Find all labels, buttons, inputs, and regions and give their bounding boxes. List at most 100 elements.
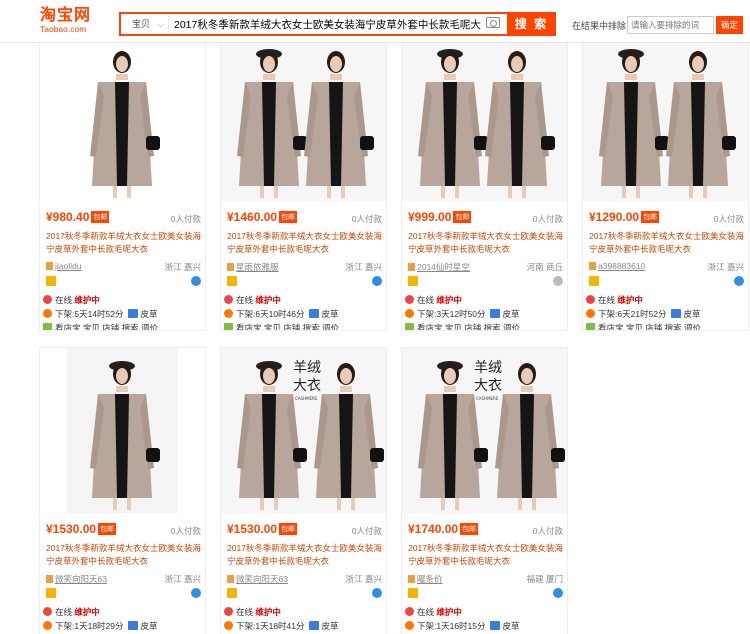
taobao-logo[interactable]: 淘宝网 Taobao.com: [40, 8, 100, 38]
exclude-input[interactable]: [627, 16, 714, 34]
wangwang-icon[interactable]: [372, 588, 382, 598]
category-leather[interactable]: 皮草: [141, 309, 158, 319]
img-line2: 大衣: [474, 378, 502, 394]
kdb-links[interactable]: 看店宝 宝贝 店铺 搜索 调价: [55, 323, 158, 330]
product-title[interactable]: 2017秋冬季新款羊绒大衣女士欧美女装海宁皮草外套中长款毛呢大衣: [227, 542, 382, 568]
location: 浙江 嘉兴: [345, 262, 382, 272]
online-label: 在线: [417, 295, 435, 305]
img-sub: CASHMERE: [476, 396, 499, 401]
deal-count: 0人付款: [351, 526, 382, 536]
search-category-select[interactable]: 宝贝 ⌵: [123, 16, 169, 33]
header-bar: 淘宝网 Taobao.com 宝贝 ⌵ 搜 索 在结果中排除 确定: [0, 0, 750, 43]
offline-prefix: 下架:: [417, 621, 437, 631]
gold-seller-icon[interactable]: [227, 276, 237, 286]
offline-prefix: 下架:: [417, 309, 437, 319]
product-image[interactable]: [40, 348, 205, 513]
coat-photo: [40, 36, 205, 201]
free-shipping-badge: 包邮: [641, 211, 660, 223]
gold-seller-icon[interactable]: [46, 588, 56, 598]
gold-seller-icon[interactable]: [227, 588, 237, 598]
kdb-row: 看店宝 宝贝 店铺 搜索 调价: [224, 322, 384, 330]
wangwang-icon[interactable]: [553, 276, 563, 286]
category-leather[interactable]: 皮草: [503, 621, 520, 631]
product-card[interactable]: ¥1290.00 包邮 0人付款 2017秋冬季新款羊绒大衣女士欧美女装海宁皮草外…: [582, 35, 749, 331]
deal-count: 0人付款: [713, 214, 744, 224]
shop-name[interactable]: jiaolidu: [55, 261, 81, 271]
logo-en: Taobao.com: [40, 24, 87, 34]
offline-time: 1天18时29分: [74, 621, 124, 631]
product-title[interactable]: 2017秋冬季新款羊绒大衣女士欧美女装海宁皮草外套中长款毛呢大衣: [227, 230, 382, 256]
product-image[interactable]: [402, 36, 567, 201]
wangwang-icon[interactable]: [372, 276, 382, 286]
wangwang-icon[interactable]: [191, 276, 201, 286]
shop-row: 2014仙时星空 河南 商丘: [408, 261, 563, 273]
offline-time-row: 下架:6天10时46分 皮草: [224, 308, 384, 320]
shop-name[interactable]: 曜条价: [417, 574, 443, 584]
search-button[interactable]: 搜 索: [507, 12, 556, 36]
product-title[interactable]: 2017秋冬季新款羊绒大衣女士欧美女装海宁皮草外套中长款毛呢大衣: [408, 542, 563, 568]
confirm-button[interactable]: 确定: [716, 16, 743, 34]
shop-name[interactable]: 微笑向阳天63: [55, 574, 107, 584]
product-card[interactable]: 羊绒 大衣 CASHMERE ¥1530.00 包邮 0人付款 2017秋冬季新款…: [220, 347, 387, 634]
shop-icon: [589, 262, 596, 270]
product-card[interactable]: ¥1460.00 包邮 0人付款 2017秋冬季新款羊绒大衣女士欧美女装海宁皮草外…: [220, 35, 387, 331]
offline-time-row: 下架:1天16时15分 皮草: [405, 620, 565, 632]
shop-name[interactable]: 2014仙时星空: [417, 262, 470, 272]
product-title[interactable]: 2017秋冬季新款羊绒大衣女士欧美女装海宁皮草外套中长款毛呢大衣: [408, 230, 563, 256]
search-input[interactable]: [171, 15, 481, 34]
wangwang-icon[interactable]: [553, 588, 563, 598]
offline-time-row: 下架:6天21时52分 皮草: [586, 308, 746, 320]
online-label: 在线: [236, 295, 254, 305]
maintain-label: 维护中: [255, 295, 281, 305]
offline-prefix: 下架:: [236, 621, 256, 631]
shop-name[interactable]: 星雨依雅服: [236, 262, 279, 272]
img-line1: 羊绒: [474, 360, 502, 376]
search-box: 宝贝 ⌵ 搜 索: [119, 12, 556, 36]
clock-icon: [405, 621, 414, 630]
product-card[interactable]: ¥999.00 包邮 0人付款 2017秋冬季新款羊绒大衣女士欧美女装海宁皮草外套…: [401, 35, 568, 331]
kdb-links[interactable]: 看店宝 宝贝 店铺 搜索 调价: [417, 323, 520, 330]
product-title[interactable]: 2017秋冬季新款羊绒大衣女士欧美女装海宁皮草外套中长款毛呢大衣: [46, 542, 201, 568]
wangwang-icon[interactable]: [191, 588, 201, 598]
shop-name[interactable]: a398883610: [598, 261, 645, 271]
gold-seller-icon[interactable]: [46, 276, 56, 286]
offline-time-row: 下架:1天18时41分 皮草: [224, 620, 384, 632]
price: ¥1530.00: [227, 522, 278, 536]
shop-tool-icon: [586, 323, 595, 330]
product-image[interactable]: [583, 36, 748, 201]
product-image[interactable]: [221, 36, 386, 201]
shop-name[interactable]: 微笑向阳天63: [236, 574, 288, 584]
category-leather[interactable]: 皮草: [322, 621, 339, 631]
shop-tool-icon: [224, 323, 233, 330]
gold-seller-icon[interactable]: [408, 588, 418, 598]
kdb-links[interactable]: 看店宝 宝贝 店铺 搜索 调价: [236, 323, 339, 330]
product-image[interactable]: 羊绒 大衣 CASHMERE: [402, 348, 567, 513]
camera-icon[interactable]: [486, 17, 500, 28]
deal-count: 0人付款: [170, 526, 201, 536]
product-card[interactable]: 羊绒 大衣 CASHMERE ¥1740.00 包邮 0人付款 2017秋冬季新款…: [401, 347, 568, 634]
gold-seller-icon[interactable]: [408, 276, 418, 286]
category-leather[interactable]: 皮草: [684, 309, 701, 319]
product-card[interactable]: ¥980.40 包邮 0人付款 2017秋冬季新款羊绒大衣女士欧美女装海宁皮草外套…: [39, 35, 206, 331]
category-leather[interactable]: 皮草: [322, 309, 339, 319]
category-leather[interactable]: 皮草: [503, 309, 520, 319]
product-title[interactable]: 2017秋冬季新款羊绒大衣女士欧美女装海宁皮草外套中长款毛呢大衣: [589, 230, 744, 256]
logo-cn: 淘宝网: [40, 7, 92, 24]
offline-time: 3天12时50分: [436, 309, 486, 319]
shop-tool-icon: [43, 323, 52, 330]
free-shipping-badge: 包邮: [91, 211, 110, 223]
clock-icon: [405, 309, 414, 318]
offline-time-row: 下架:3天12时50分 皮草: [405, 308, 565, 320]
kdb-links[interactable]: 看店宝 宝贝 店铺 搜索 调价: [598, 323, 701, 330]
gold-seller-icon[interactable]: [589, 276, 599, 286]
product-title[interactable]: 2017秋冬季新款羊绒大衣女士欧美女装海宁皮草外套中长款毛呢大衣: [46, 230, 201, 256]
deal-count: 0人付款: [532, 526, 563, 536]
badge-row: [408, 276, 563, 288]
category-leather[interactable]: 皮草: [141, 621, 158, 631]
product-image[interactable]: [40, 36, 205, 201]
location: 河南 商丘: [526, 262, 563, 272]
wangwang-icon[interactable]: [734, 276, 744, 286]
kdb-row: 看店宝 宝贝 店铺 搜索 调价: [43, 322, 203, 330]
product-image[interactable]: 羊绒 大衣 CASHMERE: [221, 348, 386, 513]
product-card[interactable]: ¥1530.00 包邮 0人付款 2017秋冬季新款羊绒大衣女士欧美女装海宁皮草外…: [39, 347, 206, 634]
